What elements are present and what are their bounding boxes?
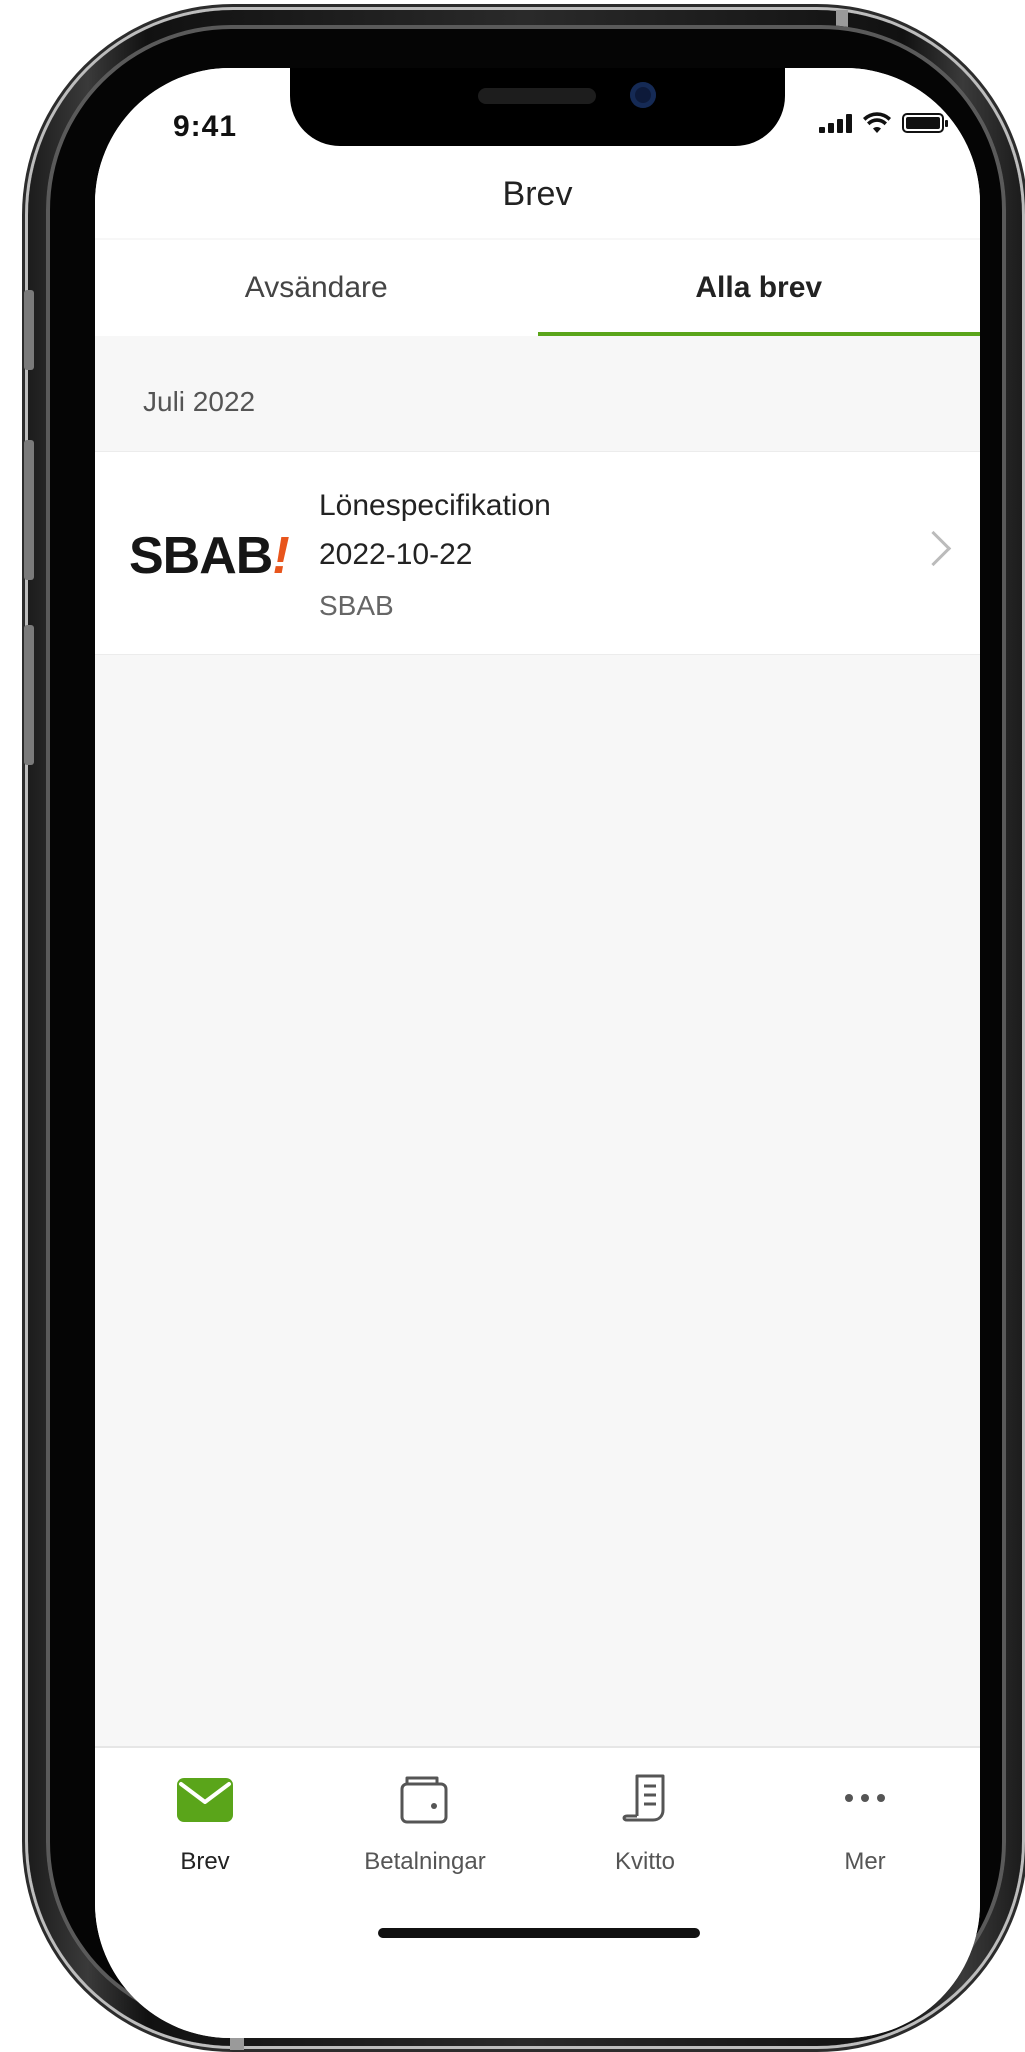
wifi-icon [863, 112, 891, 133]
letter-list-item[interactable]: SBAB! Lönespecifikation 2022-10-22 SBAB [95, 452, 980, 655]
tab-alla-brev[interactable]: Alla brev [537, 240, 981, 336]
battery-icon [902, 113, 948, 133]
envelope-icon [177, 1778, 233, 1822]
sender-logo: SBAB! [129, 527, 290, 585]
volume-up-button [24, 440, 34, 580]
more-icon [845, 1794, 885, 1802]
tabbar-item-kvitto[interactable]: Kvitto [535, 1770, 755, 1890]
home-indicator[interactable] [378, 1928, 700, 1938]
status-icons [819, 112, 948, 134]
silent-switch [24, 290, 34, 370]
notch [290, 68, 785, 146]
status-time: 9:41 [173, 110, 238, 143]
tabbar-item-betalningar[interactable]: Betalningar [315, 1770, 535, 1890]
signal-icon [819, 113, 852, 133]
screen: 9:41 Brev Avsändare Alla brev Juli 2022 … [95, 68, 980, 2038]
tabbar-label-brev: Brev [180, 1848, 230, 1875]
bottom-tab-bar: Brev Betalningar Kvitto Mer [95, 1746, 980, 2038]
section-header: Juli 2022 [95, 336, 980, 452]
tabbar-item-brev[interactable]: Brev [95, 1770, 315, 1890]
segment-tabs: Avsändare Alla brev [95, 240, 980, 336]
chevron-right-icon [915, 530, 952, 567]
tabbar-label-kvitto: Kvitto [614, 1848, 676, 1875]
wallet-icon [400, 1776, 448, 1824]
navigation-header: Brev [95, 158, 980, 238]
tabbar-label-mer: Mer [844, 1848, 886, 1875]
page-title: Brev [502, 174, 573, 213]
tabbar-item-mer[interactable]: Mer [755, 1770, 975, 1890]
volume-down-button [24, 625, 34, 765]
letter-date: 2022-10-22 [319, 538, 473, 571]
tabbar-label-betalningar: Betalningar [364, 1848, 486, 1875]
section-title: Juli 2022 [143, 386, 256, 417]
letter-title: Lönespecifikation [319, 489, 551, 522]
front-camera [630, 82, 656, 108]
receipt-icon [622, 1774, 665, 1822]
tab-avsandare[interactable]: Avsändare [95, 240, 538, 336]
speaker-grille [478, 88, 596, 104]
letter-sender: SBAB [319, 590, 394, 621]
